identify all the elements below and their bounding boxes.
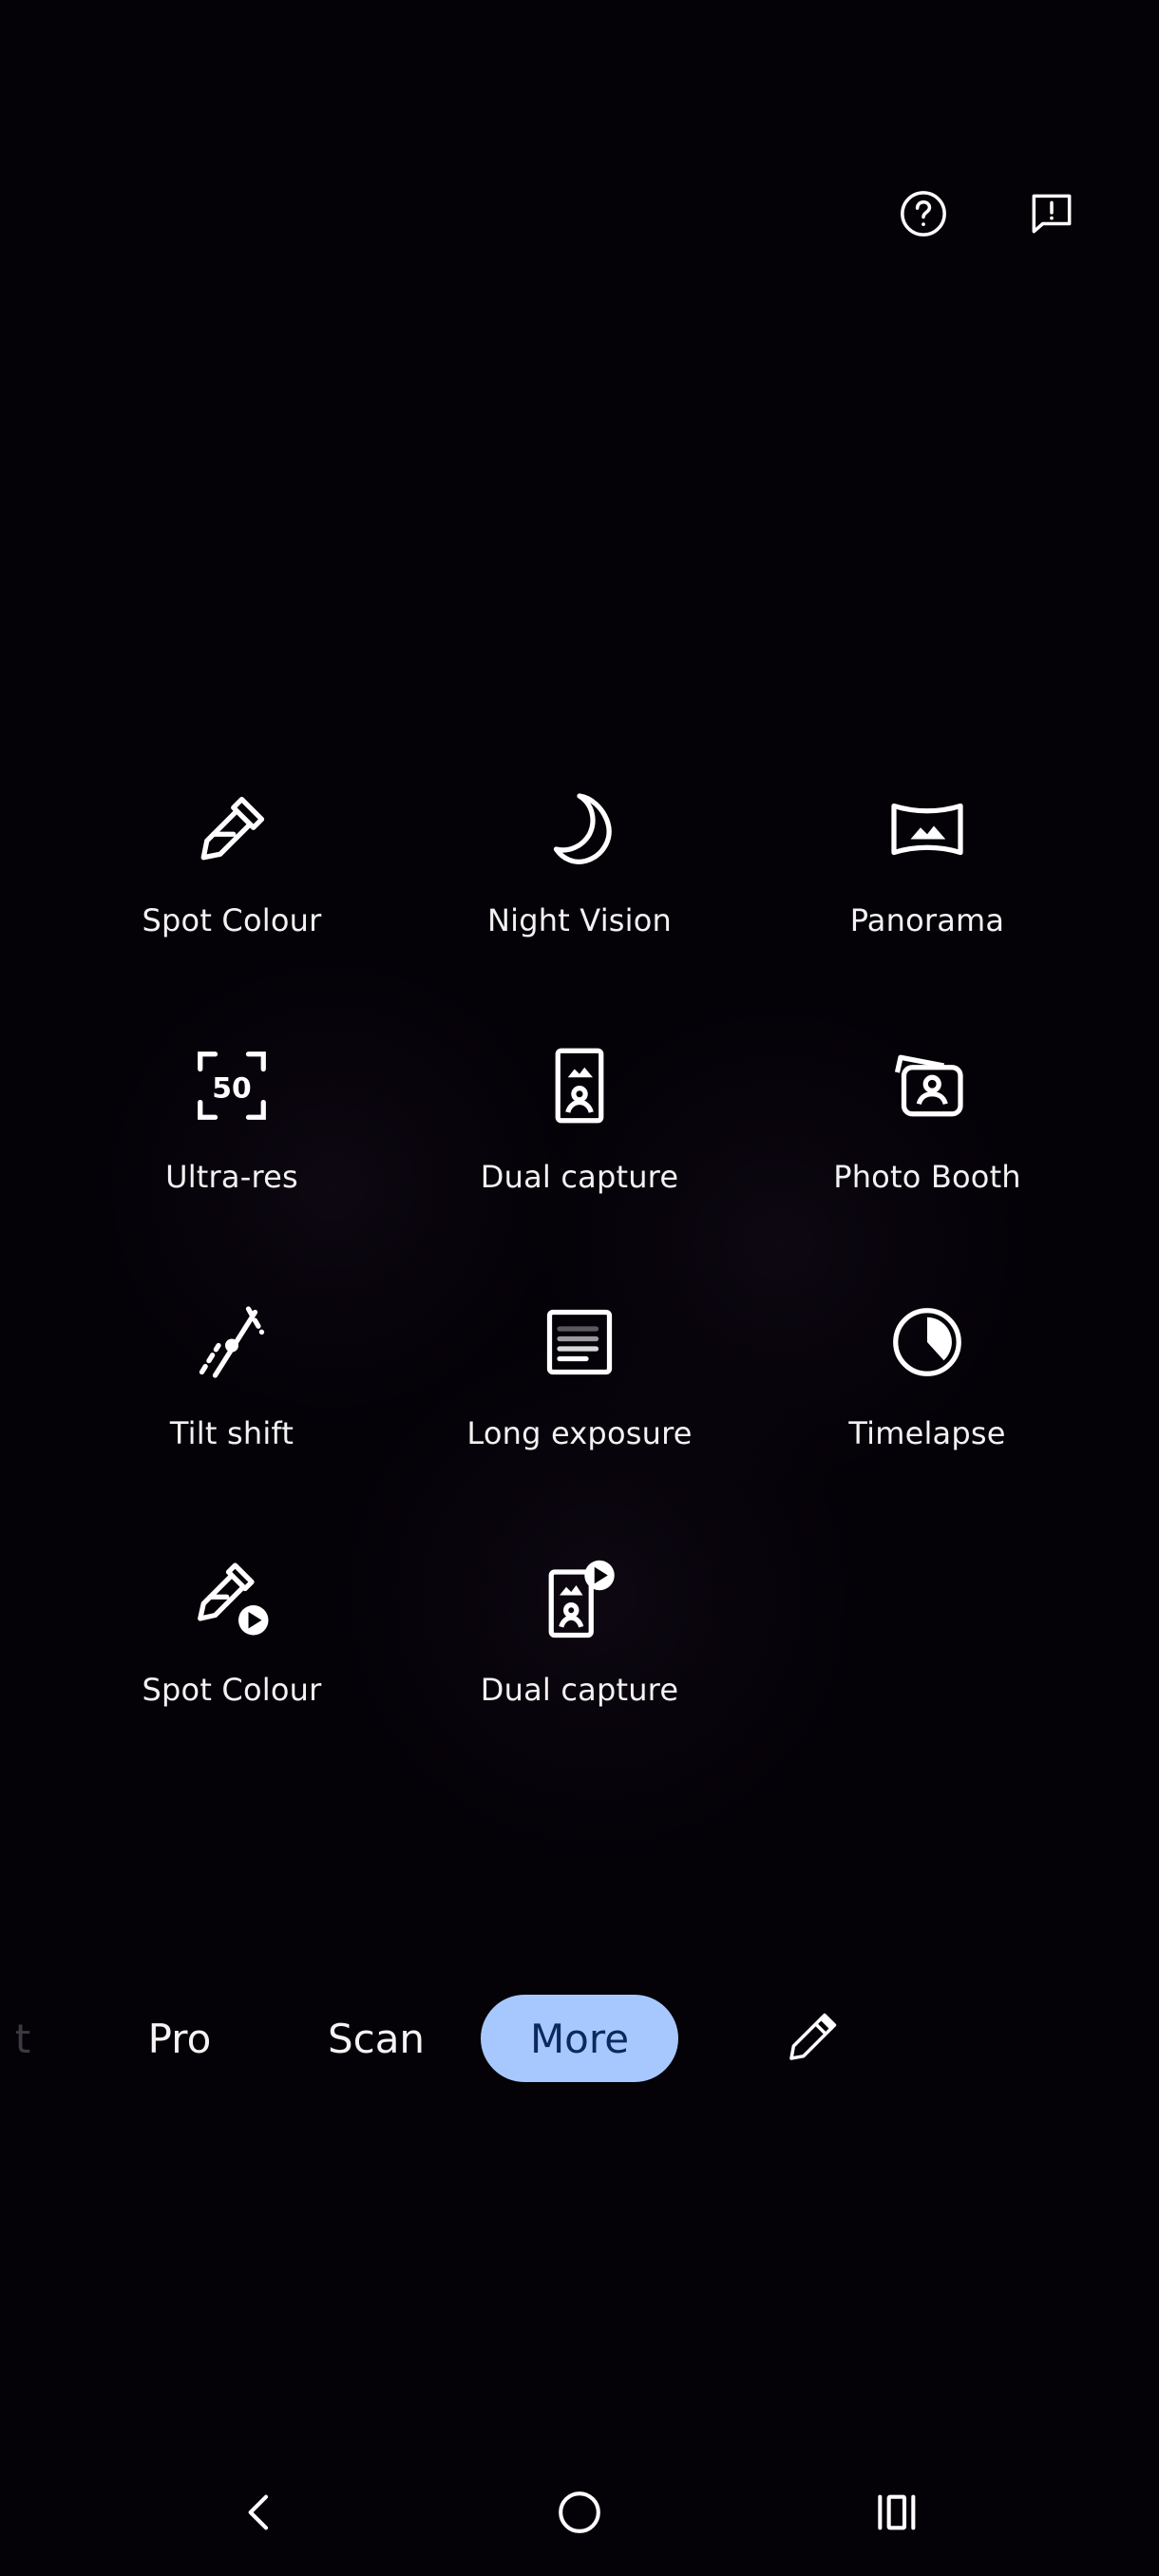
long-exposure-icon <box>546 1309 613 1375</box>
mode-label: Panorama <box>849 902 1005 938</box>
mode-label: Night Vision <box>486 902 673 938</box>
mode-long-exposure[interactable]: Long exposure <box>406 1292 753 1510</box>
feedback-button[interactable] <box>1018 180 1085 247</box>
timelapse-icon <box>893 1308 961 1376</box>
panorama-icon <box>891 803 963 856</box>
mode-label: Tilt shift <box>169 1415 294 1451</box>
mode-tab-partial[interactable]: t <box>4 1995 42 2082</box>
mode-panorama[interactable]: Panorama <box>753 779 1101 997</box>
mode-label: Dual capture <box>480 1159 679 1195</box>
help-circle-icon <box>901 191 946 237</box>
mode-spot-colour-video[interactable]: Spot Colour <box>58 1548 406 1767</box>
mode-photo-booth[interactable]: Photo Booth <box>753 1035 1101 1254</box>
mode-label: Timelapse <box>848 1415 1006 1451</box>
mode-label: Spot Colour <box>142 902 322 938</box>
svg-text:50: 50 <box>212 1071 251 1105</box>
tab-more[interactable]: More <box>481 1995 678 2082</box>
tab-pro[interactable]: Pro <box>124 1995 236 2082</box>
camera-more-modes-screen: Spot Colour Night Vision Panorama 50 Ult… <box>0 0 1159 2576</box>
dual-capture-video-icon <box>548 1560 615 1638</box>
mode-ultra-res[interactable]: 50 Ultra-res <box>58 1035 406 1254</box>
pencil-icon <box>789 2013 837 2060</box>
moon-icon <box>553 793 612 864</box>
dual-capture-icon <box>555 1048 604 1124</box>
eyedropper-icon <box>200 796 265 861</box>
edit-modes-button[interactable] <box>781 2008 842 2069</box>
mode-spot-colour[interactable]: Spot Colour <box>58 779 406 997</box>
mode-label: Spot Colour <box>142 1672 322 1708</box>
mode-label: Photo Booth <box>833 1159 1021 1195</box>
ultra-res-50-icon: 50 <box>198 1051 266 1120</box>
recents-icon <box>878 2494 916 2530</box>
mode-selector-bar: t Pro Scan More <box>0 1995 1159 2082</box>
mode-night-vision[interactable]: Night Vision <box>406 779 753 997</box>
photo-booth-icon <box>894 1054 963 1117</box>
mode-tilt-shift[interactable]: Tilt shift <box>58 1292 406 1510</box>
home-circle-icon <box>559 2491 600 2533</box>
nav-back-button[interactable] <box>217 2479 302 2546</box>
nav-recents-button[interactable] <box>855 2479 940 2546</box>
tilt-shift-icon <box>199 1306 265 1378</box>
back-chevron-icon <box>248 2494 269 2530</box>
mode-dual-capture[interactable]: Dual capture <box>406 1035 753 1254</box>
mode-timelapse[interactable]: Timelapse <box>753 1292 1101 1510</box>
help-button[interactable] <box>890 180 957 247</box>
feedback-icon <box>1032 194 1072 234</box>
mode-label: Long exposure <box>466 1415 693 1451</box>
nav-home-button[interactable] <box>537 2479 622 2546</box>
mode-label: Dual capture <box>480 1672 679 1708</box>
tab-scan[interactable]: Scan <box>314 1995 439 2082</box>
mode-label: Ultra-res <box>165 1159 298 1195</box>
mode-dual-capture-video[interactable]: Dual capture <box>406 1548 753 1767</box>
eyedropper-video-icon <box>198 1563 269 1636</box>
